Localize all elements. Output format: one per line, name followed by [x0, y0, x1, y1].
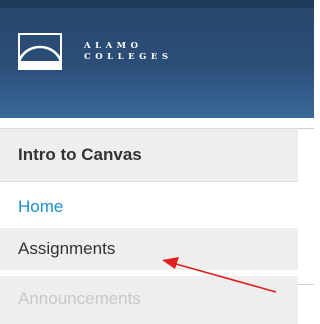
- course-title: Intro to Canvas: [0, 128, 298, 182]
- divider: [298, 284, 314, 285]
- logo-line-1: ALAMO: [84, 40, 143, 51]
- nav-item-home[interactable]: Home: [0, 186, 298, 228]
- nav-item-announcements[interactable]: Announcements: [0, 276, 298, 324]
- header-top-strip: [0, 0, 314, 8]
- nav-item-label: Assignments: [18, 239, 116, 258]
- logo-wordmark: ALAMO COLLEGES: [84, 41, 172, 63]
- course-title-text: Intro to Canvas: [18, 145, 142, 164]
- logo-line-2: COLLEGES: [84, 51, 173, 62]
- institution-logo[interactable]: ALAMO COLLEGES: [18, 33, 172, 70]
- arch-logo-icon: [18, 33, 62, 70]
- nav-item-label: Announcements: [18, 289, 141, 308]
- nav-item-label: Home: [18, 197, 64, 216]
- nav-item-assignments[interactable]: Assignments: [0, 228, 298, 270]
- divider: [298, 128, 314, 129]
- header-banner: ALAMO COLLEGES: [0, 0, 314, 118]
- page: ALAMO COLLEGES Intro to Canvas Home Assi…: [0, 0, 314, 324]
